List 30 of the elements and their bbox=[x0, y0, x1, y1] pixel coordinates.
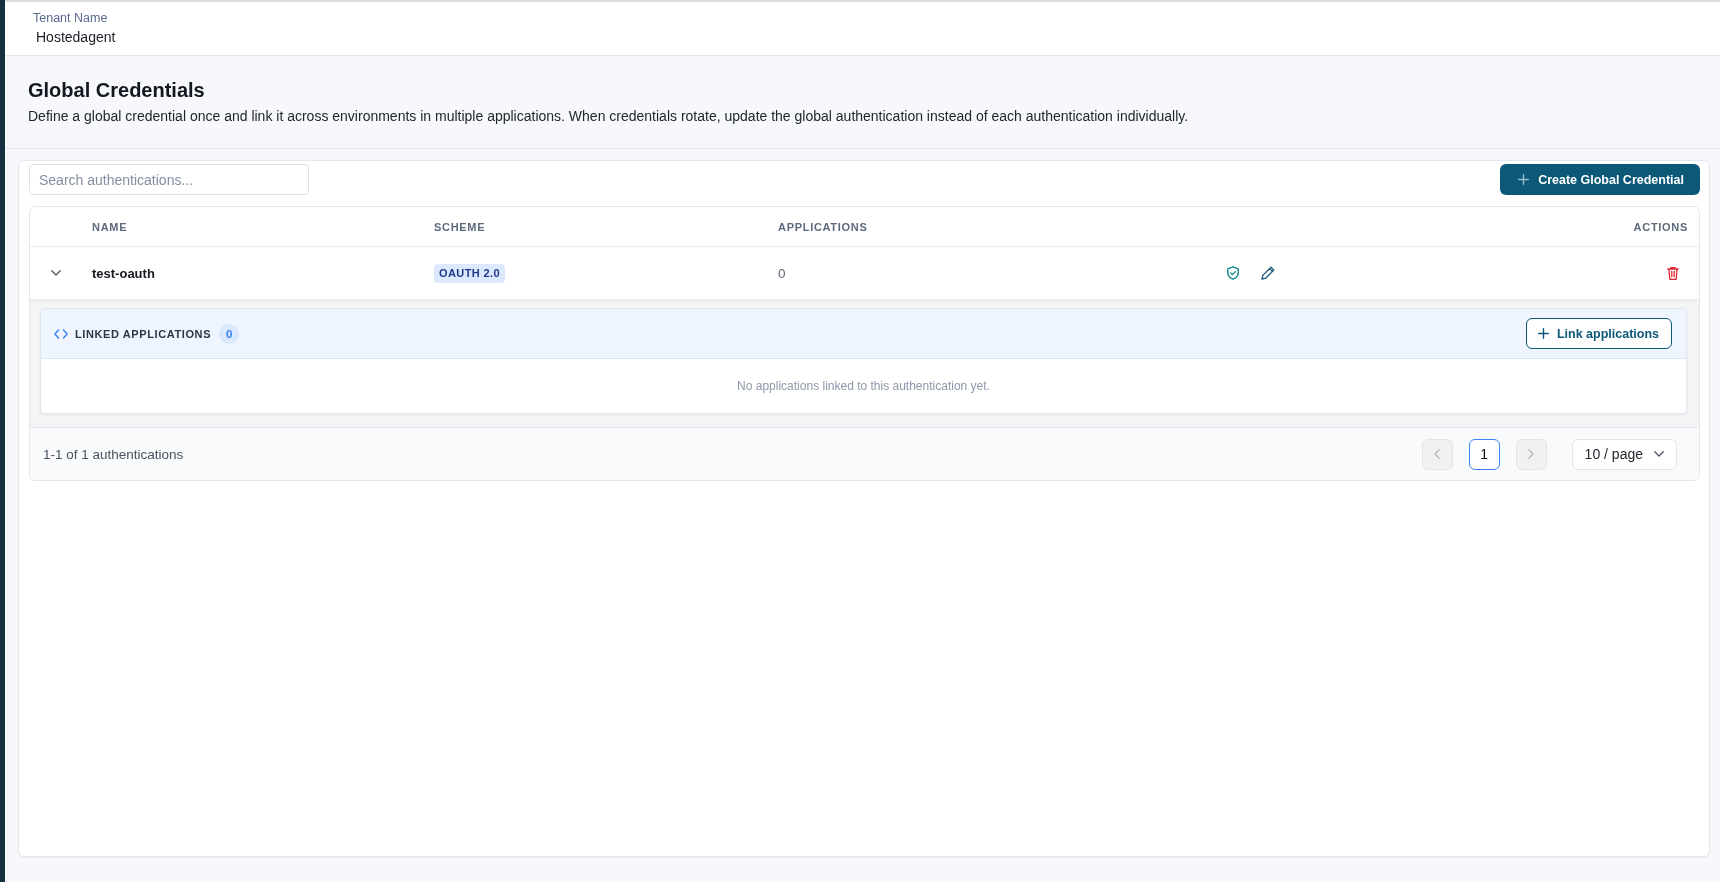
column-header: ACTIONS bbox=[1633, 220, 1688, 233]
column-header: NAME bbox=[92, 220, 128, 233]
applications-count: 0 bbox=[778, 265, 786, 281]
search-field[interactable]: Search authentications... bbox=[29, 164, 309, 195]
column-header: APPLICATIONS bbox=[778, 220, 868, 233]
pencil-icon[interactable] bbox=[1261, 266, 1275, 280]
column-header: SCHEME bbox=[434, 220, 486, 233]
tenant-label: Tenant Name bbox=[33, 10, 108, 26]
shield-check-icon[interactable] bbox=[1227, 266, 1239, 280]
scheme-tag: OAUTH 2.0 bbox=[434, 263, 506, 283]
page-title: Global Credentials bbox=[28, 78, 205, 103]
link-applications-button[interactable]: Link applications bbox=[1525, 318, 1672, 349]
page-description: Define a global credential once and link it across environments in multiple applications. When credentials rotate, update the global authentication instead of each authentication individually. bbox=[28, 107, 1189, 126]
empty-state-message: No applications linked to this authentication yet. bbox=[737, 379, 990, 393]
pagination-summary: 1-1 of 1 authentications bbox=[43, 446, 184, 462]
section-title: LINKED APPLICATIONS bbox=[75, 327, 212, 340]
code-brackets-icon bbox=[54, 328, 68, 339]
trash-icon[interactable] bbox=[1667, 266, 1679, 280]
plus-icon bbox=[1518, 174, 1530, 185]
credential-name: test-oauth bbox=[92, 265, 155, 281]
page-size-select[interactable]: 10 / page bbox=[1571, 438, 1677, 470]
create-global-credential-button[interactable]: Create Global Credential bbox=[1500, 164, 1700, 195]
page-number-button[interactable]: 1 bbox=[1468, 438, 1500, 470]
chevron-right-icon bbox=[1528, 449, 1535, 459]
chevron-down-icon bbox=[1654, 451, 1664, 457]
linked-count-badge: 0 bbox=[219, 323, 240, 344]
tenant-name: Hostedagent bbox=[36, 28, 116, 46]
plus-icon bbox=[1537, 328, 1549, 339]
chevron-down-icon[interactable] bbox=[51, 270, 61, 276]
chevron-left-icon bbox=[1434, 449, 1441, 459]
